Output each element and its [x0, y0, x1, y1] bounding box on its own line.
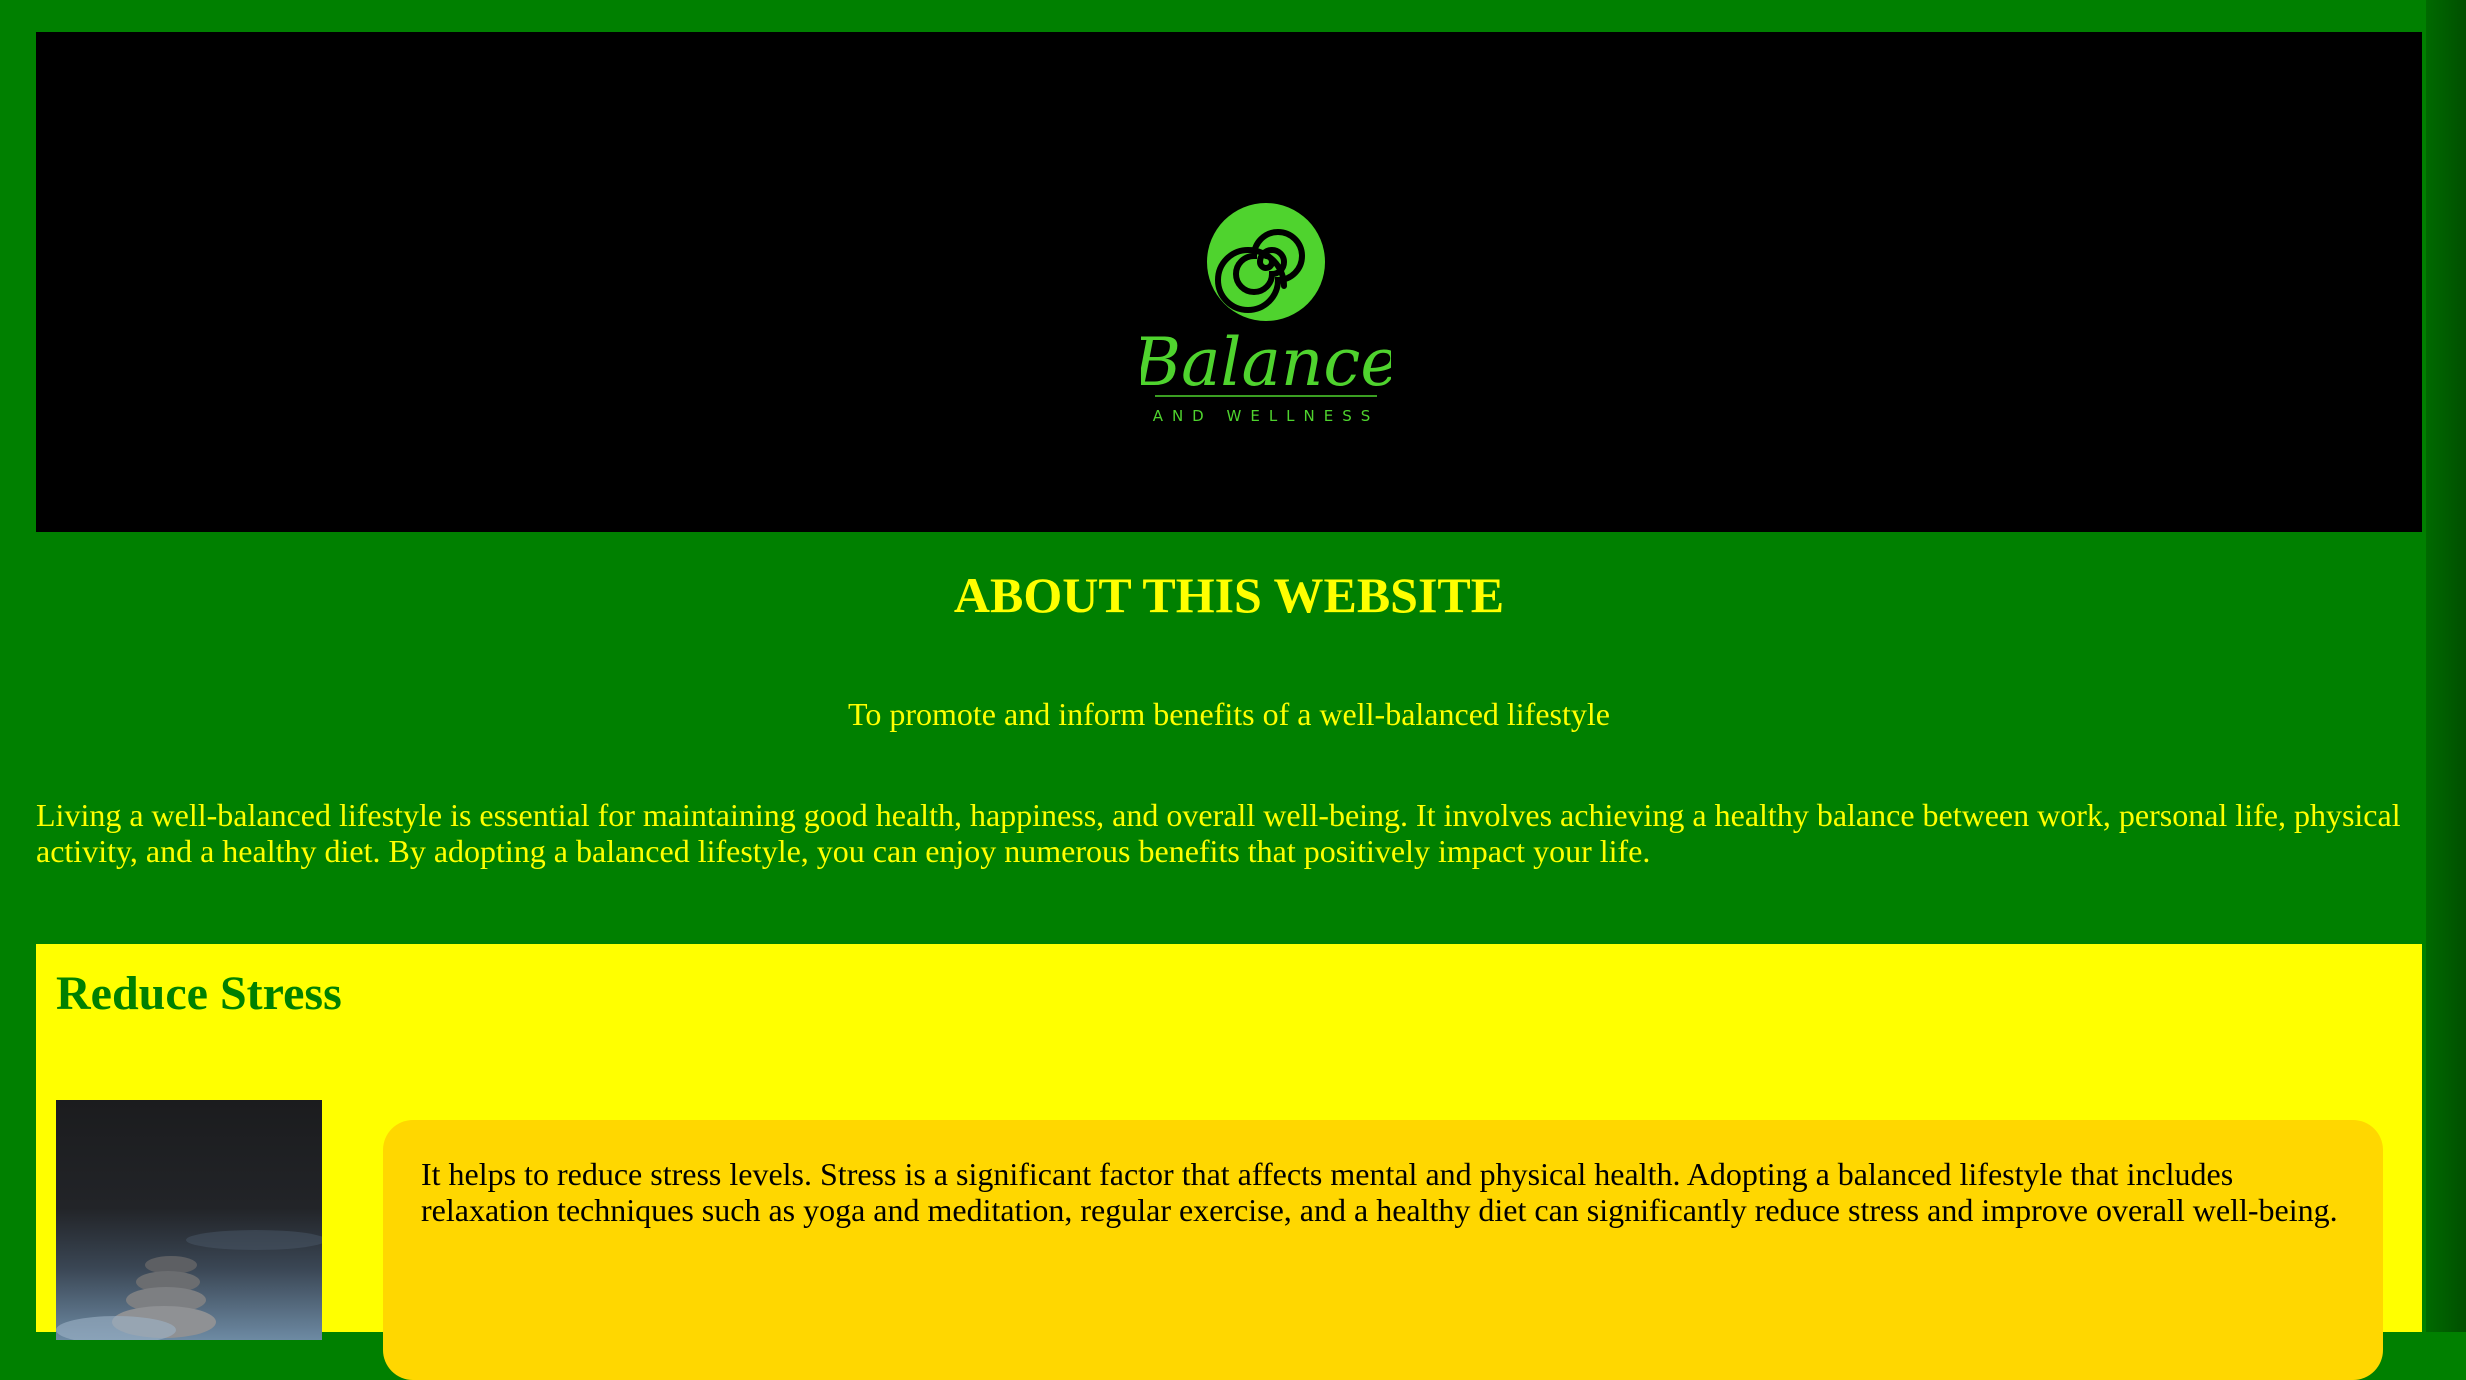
window-scrollbar-edge: [2426, 0, 2466, 1332]
header-banner: Balance AND WELLNESS: [36, 32, 2422, 532]
section-title: Reduce Stress: [56, 967, 342, 1020]
page: Balance AND WELLNESS ABOUT THIS WEBSITE …: [0, 0, 2466, 1380]
intro-paragraph: Living a well-balanced lifestyle is esse…: [36, 797, 2401, 869]
section-description-card: It helps to reduce stress levels. Stress…: [383, 1120, 2383, 1380]
brand-name: Balance: [1141, 324, 1391, 401]
stacked-stones-image: [56, 1100, 322, 1340]
about-subtitle: To promote and inform benefits of a well…: [848, 696, 1610, 732]
about-title: ABOUT THIS WEBSITE: [953, 567, 1505, 623]
reduce-stress-section: Reduce Stress It helps to reduce stress …: [36, 944, 2422, 1380]
brand-tagline: AND WELLNESS: [1153, 407, 1380, 425]
section-description: It helps to reduce stress levels. Stress…: [421, 1156, 2338, 1228]
balance-logo: Balance AND WELLNESS: [1141, 203, 1391, 425]
stones-illustration: [56, 1230, 322, 1340]
spiral-icon: [1207, 203, 1325, 321]
